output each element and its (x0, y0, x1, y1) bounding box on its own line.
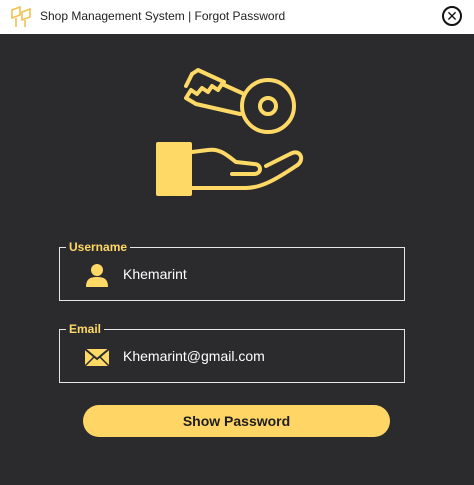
window-title: Shop Management System | Forgot Password (40, 9, 286, 23)
email-label: Email (66, 321, 105, 337)
email-value[interactable]: Khemarint@gmail.com (123, 348, 265, 364)
title-bar: Shop Management System | Forgot Password… (0, 0, 474, 34)
forgot-password-illustration (156, 68, 304, 196)
app-logo-icon (11, 6, 31, 27)
show-password-button[interactable]: Show Password (83, 405, 390, 437)
email-field[interactable]: Email Khemarint@gmail.com (59, 321, 405, 383)
username-value[interactable]: Khemarint (123, 266, 187, 282)
close-icon: ✕ (446, 8, 458, 24)
username-field[interactable]: Username Khemarint (59, 239, 405, 301)
user-icon (86, 264, 108, 287)
close-button[interactable]: ✕ (442, 6, 462, 26)
envelope-icon (84, 348, 110, 367)
hand-icon (156, 142, 304, 196)
username-label: Username (66, 239, 131, 255)
key-icon (184, 68, 296, 134)
